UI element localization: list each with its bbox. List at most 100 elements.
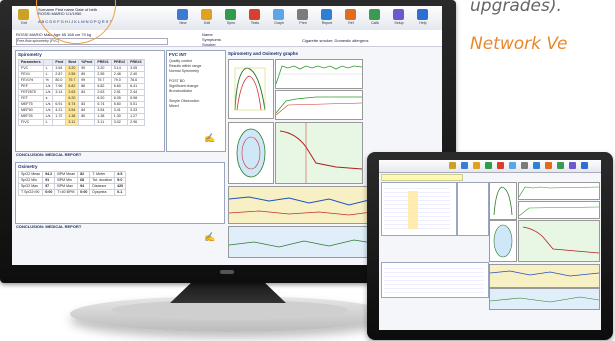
tablet-reference-icon[interactable]: [545, 162, 552, 169]
tablet-new-icon[interactable]: [461, 162, 468, 169]
toolbar-label-calib: Calib: [371, 21, 379, 25]
spirometry-panel: Spirometry Parameters Pred Best %Pred PRE#1 P…: [15, 50, 165, 152]
exit-icon[interactable]: [18, 9, 29, 20]
tablet-desaturation-chart: [518, 220, 600, 262]
tablet-edit-icon[interactable]: [473, 162, 480, 169]
print-icon[interactable]: [297, 9, 308, 20]
tablet-screen: [379, 160, 601, 330]
report-icon[interactable]: [321, 9, 332, 20]
tablet-toolbar: [379, 160, 601, 173]
spirometry-conclusion: CONCLUSION: MEDICAL REPORT: [16, 152, 82, 157]
tablet-calibration-icon[interactable]: [557, 162, 564, 169]
signature-icon-2[interactable]: ✍: [204, 232, 215, 243]
oximetry-table: SpO2 Mean 94.2 BPM Mean 82 T. Meter 4:5 SpO2 M…: [17, 171, 127, 196]
tablet-flow-volume-chart: [489, 182, 517, 220]
toolbar-label-graph: Graph: [274, 21, 284, 25]
tablet-interpretation-panel: [457, 182, 489, 236]
tablet-volume-time-chart: [518, 182, 600, 200]
tablet-oximetry-rows: [384, 265, 484, 293]
flow-volume-chart: [228, 59, 274, 119]
table-cell: Tot. duration: [89, 177, 116, 184]
oxygen-desaturation-chart: [275, 122, 363, 184]
promo-text-upgrades: upgrades).: [470, 0, 562, 16]
table-cell: L: [42, 119, 54, 126]
oximetry-conclusion: CONCLUSION: MEDICAL REPORT: [16, 224, 82, 229]
tablet-heart-rate-chart: [489, 288, 600, 310]
oximetry-title: Oximetry: [18, 164, 38, 169]
signature-icon[interactable]: ✍: [204, 133, 215, 144]
toolbar-label-spiro: Spiro: [226, 21, 236, 25]
table-cell: 0:00: [77, 189, 91, 196]
tablet-spirometry-panel: [381, 182, 457, 236]
spirometry-table: Parameters Pred Best %Pred PRE#1 PRE#2 PRE#3 FV…: [18, 59, 145, 126]
interpretation-line: Normal Spirometry: [169, 69, 199, 73]
flow-volume-chart-2: [228, 122, 274, 184]
monitor-logo: [220, 270, 234, 274]
table-cell: 2.96: [127, 119, 145, 126]
promo-text-network: Network Ve: [470, 34, 568, 54]
table-cell: BPM Mean: [54, 171, 79, 178]
tablet-setup-icon[interactable]: [569, 162, 576, 169]
tablet-report-icon[interactable]: [533, 162, 540, 169]
tablet-oximetry-trend-chart: [489, 264, 600, 288]
edit-icon[interactable]: [201, 9, 212, 20]
tablet-spiro-icon[interactable]: [485, 162, 492, 169]
setup-icon[interactable]: [393, 9, 404, 20]
subheader-fields: Name Symptoms Smoker: [202, 32, 221, 47]
table-cell: [78, 119, 96, 126]
field-smoker-label: Smoker: [202, 42, 216, 47]
toolbar-label-tests: Tests: [250, 21, 260, 25]
risk-summary: Cigarette smoker, Domestic allergens: [302, 38, 369, 43]
volume-time-chart-mid: [275, 90, 363, 120]
interpretation-lines: Quality control Results within range Norma…: [169, 59, 201, 109]
table-cell: 3.02: [110, 119, 129, 126]
table-cell: 3.11: [94, 119, 112, 126]
help-icon[interactable]: [417, 9, 428, 20]
tablet-best-column: [408, 191, 418, 229]
table-cell: SpO2 Mean: [17, 171, 44, 178]
spiro-icon[interactable]: [225, 9, 236, 20]
toolbar-label-help: Help: [419, 21, 427, 25]
tablet-highlight-field: [381, 174, 463, 181]
calibration-icon[interactable]: [369, 9, 380, 20]
oximetry-panel: Oximetry SpO2 Mean 94.2 BPM Mean 82 T. Meter…: [15, 162, 225, 224]
spirometry-header-cell: Parameters: [18, 59, 44, 66]
toolbar-label-edit: Edit: [203, 21, 211, 25]
tests-icon[interactable]: [249, 9, 260, 20]
monitor-stand-neck: [170, 283, 286, 303]
table-cell: 0-1: [114, 189, 127, 196]
tablet-flow-volume-chart-2: [489, 220, 517, 262]
spirometry-title: Spirometry: [18, 52, 42, 57]
tablet-volume-time-chart-2: [518, 201, 600, 219]
graphs-title: Spirometry and Oximetry graphs: [228, 51, 299, 56]
table-cell: Dyspnea: [89, 189, 116, 196]
table-row[interactable]: FIVC L 3.11 3.11 3.02 2.96: [18, 119, 145, 126]
tablet-graph-icon[interactable]: [509, 162, 516, 169]
graph-icon[interactable]: [273, 9, 284, 20]
new-icon[interactable]: [177, 9, 188, 20]
toolbar-label-new: New: [179, 21, 187, 25]
table-cell: T<40 BPM: [54, 189, 79, 196]
tablet-device: [367, 152, 613, 340]
interpretation-title: FVC INT: [169, 52, 187, 57]
tablet-oximetry-panel: [381, 262, 489, 298]
table-cell: FIVC: [18, 119, 44, 126]
tablet-print-icon[interactable]: [521, 162, 528, 169]
toolbar-label-report: Report: [321, 21, 333, 25]
reference-icon[interactable]: [345, 9, 356, 20]
table-row[interactable]: T SpO2<90 0:00 T<40 BPM 0:00 Dyspnea 0-1: [17, 189, 127, 196]
tablet-tests-icon[interactable]: [497, 162, 504, 169]
toolbar-label-setup: Setup: [394, 21, 404, 25]
tablet-exit-icon[interactable]: [449, 162, 456, 169]
tablet-help-icon[interactable]: [581, 162, 588, 169]
table-cell: T SpO2<90: [17, 189, 44, 196]
volume-time-chart-top: [275, 59, 363, 89]
interpretation-line: Mixed: [169, 104, 179, 108]
table-cell: 3.11: [65, 119, 80, 126]
table-cell: 0:00: [42, 189, 56, 196]
toolbar-label-ref: Ref: [348, 21, 354, 25]
toolbar-label-exit: Exit: [21, 21, 27, 25]
table-cell: [52, 119, 67, 126]
toolbar-label-print: Print: [299, 21, 307, 25]
interpretation-panel: FVC INT Quality control Results within ra…: [166, 50, 226, 152]
